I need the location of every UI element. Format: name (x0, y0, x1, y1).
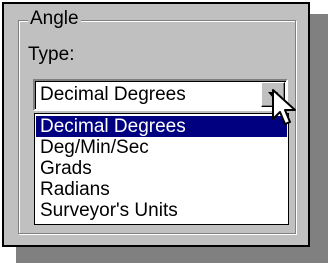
list-item-deg-min-sec[interactable]: Deg/Min/Sec (36, 137, 287, 158)
list-item-radians[interactable]: Radians (36, 179, 287, 200)
angle-settings-panel: Angle Type: Decimal Degrees Decimal Degr… (2, 2, 310, 247)
type-label: Type: (28, 44, 75, 65)
combobox-selected-value: Decimal Degrees (40, 84, 186, 105)
list-item-decimal-degrees[interactable]: Decimal Degrees (36, 116, 287, 137)
list-item-surveyors-units[interactable]: Surveyor's Units (36, 200, 287, 221)
angle-type-dropdown-list: Decimal Degrees Deg/Min/Sec Grads Radian… (34, 113, 289, 225)
arrow-cursor-icon (272, 89, 296, 125)
angle-type-combobox[interactable]: Decimal Degrees (33, 79, 288, 111)
angle-group-title: Angle (28, 8, 81, 30)
list-item-grads[interactable]: Grads (36, 158, 287, 179)
